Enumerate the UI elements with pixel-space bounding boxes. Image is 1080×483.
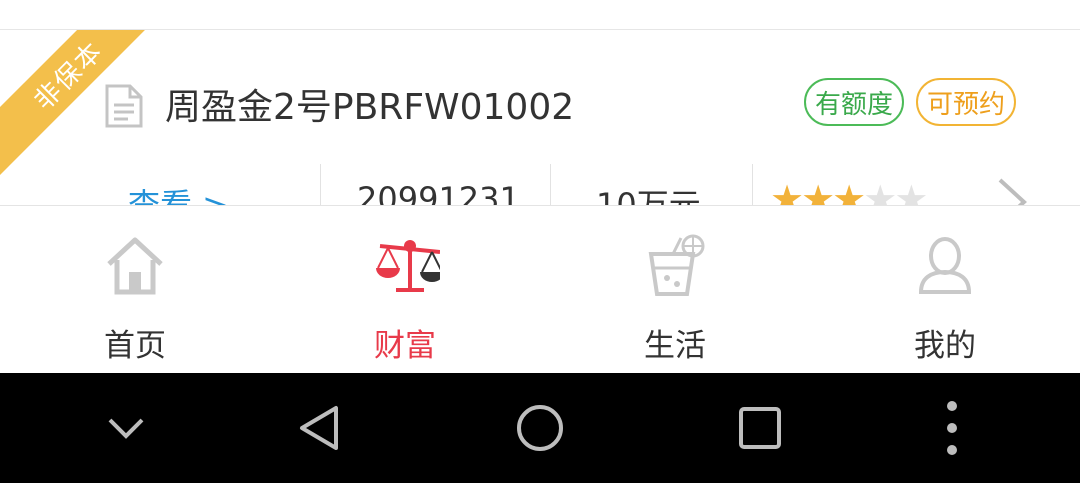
reservable-badge: 可预约 [916, 78, 1016, 126]
tab-label: 财富 [374, 328, 436, 364]
tab-home[interactable]: 首页 [0, 206, 270, 373]
bottom-tab-bar: 首页 财富 生活 我的 [0, 206, 1080, 373]
back-icon[interactable] [290, 398, 350, 458]
star-filled-icon: ★ [801, 177, 835, 206]
product-title: 周盈金2号PBRFW01002 [165, 87, 575, 128]
star-filled-icon: ★ [770, 177, 804, 206]
star-empty-icon: ★ [894, 177, 928, 206]
home-icon [107, 237, 163, 295]
drink-cup-icon [648, 234, 705, 296]
non-guaranteed-ribbon: 非保本 [0, 30, 173, 180]
user-icon [918, 237, 972, 294]
product-card[interactable]: 非保本 周盈金2号PBRFW01002 有额度 可预约 查看 > 2099123… [0, 30, 1080, 206]
system-navigation-bar [0, 373, 1080, 483]
column-divider [752, 164, 753, 206]
view-details-link[interactable]: 查看 > [128, 180, 229, 206]
tab-mine[interactable]: 我的 [810, 206, 1080, 373]
document-icon [105, 84, 143, 128]
star-filled-icon: ★ [832, 177, 866, 206]
more-vert-icon[interactable] [922, 398, 982, 458]
tab-label: 生活 [644, 328, 706, 364]
product-info-row: 查看 > 20991231 10万元 ★★★★★ [0, 160, 1080, 206]
recents-icon[interactable] [730, 398, 790, 458]
column-divider [320, 164, 321, 206]
balance-scale-icon [376, 240, 440, 292]
star-empty-icon: ★ [863, 177, 897, 206]
quota-available-badge: 有额度 [804, 78, 904, 126]
tab-label: 首页 [104, 328, 166, 364]
tab-label: 我的 [914, 328, 976, 364]
minimum-amount: 10万元 [596, 186, 701, 206]
chevron-down-icon[interactable] [96, 398, 156, 458]
home-circle-icon[interactable] [510, 398, 570, 458]
column-divider [550, 164, 551, 206]
tab-life[interactable]: 生活 [540, 206, 810, 373]
tab-wealth[interactable]: 财富 [270, 206, 540, 373]
chevron-right-icon[interactable] [994, 172, 1034, 206]
risk-rating-stars: ★★★★★ [770, 177, 928, 206]
maturity-date: 20991231 [357, 180, 520, 206]
